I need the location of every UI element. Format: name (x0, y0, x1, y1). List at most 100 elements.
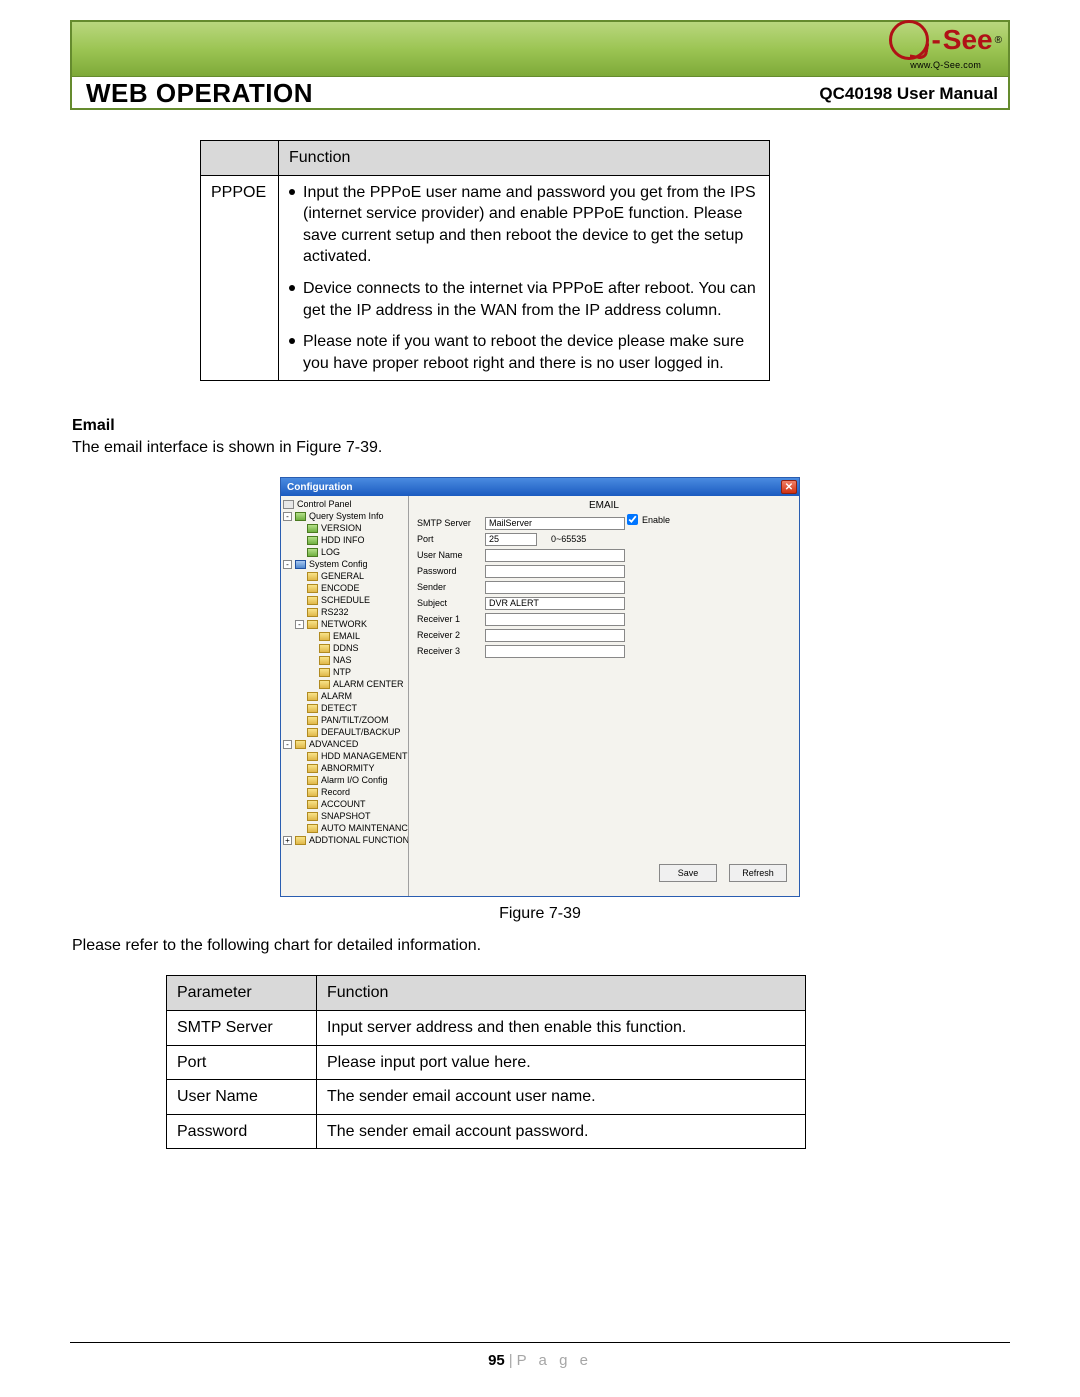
table-row: Password The sender email account passwo… (167, 1114, 806, 1149)
folder-icon (295, 560, 306, 569)
port-input[interactable] (485, 533, 537, 546)
pppoe-row-label: PPPOE (201, 175, 279, 381)
table-row: SMTP Server Input server address and the… (167, 1010, 806, 1045)
tree-hdd-info[interactable]: HDD INFO (321, 534, 365, 546)
tree-snapshot[interactable]: SNAPSHOT (321, 810, 371, 822)
page-footer: 95|P a g e (0, 1352, 1080, 1369)
folder-icon (307, 692, 318, 701)
tree-alarm-io[interactable]: Alarm I/O Config (321, 774, 388, 786)
folder-icon (295, 836, 306, 845)
config-tree[interactable]: Control Panel - Query System Info VERSION… (281, 496, 409, 896)
folder-icon (307, 524, 318, 533)
receiver2-label: Receiver 2 (417, 630, 479, 640)
tree-default-backup[interactable]: DEFAULT/BACKUP (321, 726, 400, 738)
control-panel-icon (283, 500, 294, 509)
tree-log[interactable]: LOG (321, 546, 340, 558)
pppoe-row-content: Input the PPPoE user name and password y… (279, 175, 770, 381)
subject-input[interactable] (485, 597, 625, 610)
logo-brand-text: See (943, 26, 993, 54)
smtp-label: SMTP Server (417, 518, 479, 528)
close-icon: ✕ (785, 482, 793, 493)
logo-url: www.Q-See.com (889, 60, 1002, 70)
expand-icon[interactable]: + (283, 836, 292, 845)
chart-intro-text: Please refer to the following chart for … (72, 937, 1010, 955)
tree-email[interactable]: EMAIL (333, 630, 360, 642)
tree-ddns[interactable]: DDNS (333, 642, 359, 654)
pppoe-table-col1-header (201, 141, 279, 176)
tree-alarm-center[interactable]: ALARM CENTER (333, 678, 404, 690)
tree-auto-maint[interactable]: AUTO MAINTENANCE (321, 822, 409, 834)
table-row: User Name The sender email account user … (167, 1080, 806, 1115)
folder-icon (307, 788, 318, 797)
port-hint: 0~65535 (551, 534, 586, 544)
folder-icon (295, 512, 306, 521)
tree-detect[interactable]: DETECT (321, 702, 357, 714)
collapse-icon[interactable]: - (283, 512, 292, 521)
tree-additional[interactable]: ADDTIONAL FUNCTION (309, 834, 409, 846)
close-button[interactable]: ✕ (781, 480, 797, 494)
refresh-button[interactable]: Refresh (729, 864, 787, 882)
tree-account[interactable]: ACCOUNT (321, 798, 366, 810)
t2-r3-func: The sender email account password. (317, 1114, 806, 1149)
folder-icon (307, 572, 318, 581)
tree-control-panel[interactable]: Control Panel (297, 498, 352, 510)
t2-r2-func: The sender email account user name. (317, 1080, 806, 1115)
sender-input[interactable] (485, 581, 625, 594)
email-heading: Email (72, 417, 1010, 435)
logo-dash: - (931, 24, 940, 56)
collapse-icon[interactable]: - (295, 620, 304, 629)
smtp-input[interactable] (485, 517, 625, 530)
page-header: WEB OPERATION QC40198 User Manual - See … (70, 20, 1010, 110)
collapse-icon[interactable]: - (283, 560, 292, 569)
figure-caption: Figure 7-39 (70, 905, 1010, 923)
t2-header-parameter: Parameter (167, 976, 317, 1011)
folder-icon (307, 764, 318, 773)
enable-label: Enable (642, 515, 670, 525)
tree-general[interactable]: GENERAL (321, 570, 364, 582)
receiver3-input[interactable] (485, 645, 625, 658)
tree-version[interactable]: VERSION (321, 522, 362, 534)
tree-schedule[interactable]: SCHEDULE (321, 594, 370, 606)
pppoe-table: Function PPPOE Input the PPPoE user name… (200, 140, 770, 381)
folder-icon (307, 704, 318, 713)
tree-hdd-mgmt[interactable]: HDD MANAGEMENT (321, 750, 408, 762)
folder-icon (307, 800, 318, 809)
tree-record[interactable]: Record (321, 786, 350, 798)
enable-checkbox[interactable] (627, 514, 638, 525)
footer-separator-icon: | (509, 1352, 513, 1369)
tree-ntp[interactable]: NTP (333, 666, 351, 678)
tree-encode[interactable]: ENCODE (321, 582, 360, 594)
tree-alarm[interactable]: ALARM (321, 690, 352, 702)
t2-r2-param: User Name (167, 1080, 317, 1115)
email-form-panel: EMAIL Enable SMTP Server Port 0~65535 Us… (409, 496, 799, 896)
folder-icon (307, 728, 318, 737)
tree-advanced[interactable]: ADVANCED (309, 738, 358, 750)
t2-r0-func: Input server address and then enable thi… (317, 1010, 806, 1045)
folder-icon (307, 812, 318, 821)
receiver1-input[interactable] (485, 613, 625, 626)
folder-icon (295, 740, 306, 749)
pppoe-bullet-3: Please note if you want to reboot the de… (289, 331, 759, 374)
tree-ptz[interactable]: PAN/TILT/ZOOM (321, 714, 389, 726)
folder-icon (307, 536, 318, 545)
tree-nas[interactable]: NAS (333, 654, 352, 666)
tree-network[interactable]: NETWORK (321, 618, 367, 630)
collapse-icon[interactable]: - (283, 740, 292, 749)
username-input[interactable] (485, 549, 625, 562)
tree-query-sys-info[interactable]: Query System Info (309, 510, 384, 522)
save-button[interactable]: Save (659, 864, 717, 882)
tree-system-config[interactable]: System Config (309, 558, 368, 570)
table-row: Port Please input port value here. (167, 1045, 806, 1080)
header-gradient (72, 22, 1008, 77)
receiver2-input[interactable] (485, 629, 625, 642)
password-label: Password (417, 566, 479, 576)
tree-rs232[interactable]: RS232 (321, 606, 349, 618)
password-input[interactable] (485, 565, 625, 578)
tree-abnormity[interactable]: ABNORMITY (321, 762, 375, 774)
logo-registered-icon: ® (995, 35, 1002, 46)
email-intro-text: The email interface is shown in Figure 7… (72, 439, 1010, 457)
pppoe-bullet-1: Input the PPPoE user name and password y… (289, 182, 759, 268)
receiver3-label: Receiver 3 (417, 646, 479, 656)
folder-icon (307, 596, 318, 605)
header-title: WEB OPERATION (86, 78, 313, 109)
